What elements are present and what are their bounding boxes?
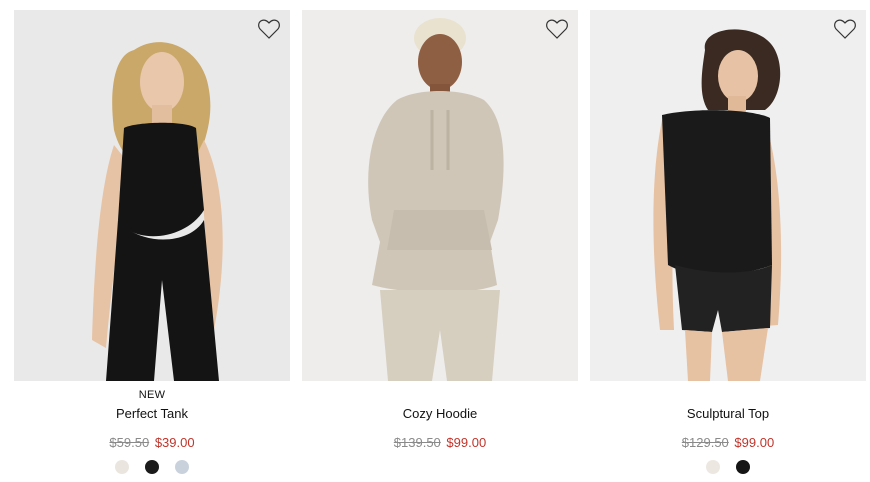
swatch-light-blue[interactable] <box>175 460 189 474</box>
swatch-ivory[interactable] <box>706 460 720 474</box>
product-image[interactable] <box>14 10 290 381</box>
swatch-black[interactable] <box>145 460 159 474</box>
product-card-sculptural-top[interactable]: Sculptural Top $129.50 $99.00 <box>590 10 866 476</box>
product-name[interactable]: Perfect Tank <box>14 406 290 422</box>
sale-price: $99.00 <box>734 435 775 450</box>
heart-icon[interactable] <box>833 18 857 40</box>
product-info: Cozy Hoodie $139.50 $99.00 <box>302 388 578 451</box>
badge-placeholder <box>590 388 866 402</box>
product-info: Sculptural Top $129.50 $99.00 <box>590 388 866 476</box>
badge-placeholder <box>302 388 578 402</box>
price: $59.50 $39.00 <box>14 435 290 451</box>
sale-price: $99.00 <box>446 435 487 450</box>
color-swatches <box>590 460 866 476</box>
heart-icon[interactable] <box>545 18 569 40</box>
product-name[interactable]: Sculptural Top <box>590 406 866 422</box>
product-card-perfect-tank[interactable]: NEW Perfect Tank $59.50 $39.00 <box>14 10 290 476</box>
original-price: $139.50 <box>393 435 441 450</box>
product-grid: NEW Perfect Tank $59.50 $39.00 Cozy Hood… <box>0 0 870 482</box>
product-info: NEW Perfect Tank $59.50 $39.00 <box>14 388 290 476</box>
product-image[interactable] <box>590 10 866 381</box>
original-price: $129.50 <box>681 435 729 450</box>
swatch-ivory[interactable] <box>115 460 129 474</box>
swatch-black[interactable] <box>736 460 750 474</box>
product-image[interactable] <box>302 10 578 381</box>
model-photo <box>302 10 578 381</box>
model-photo <box>590 10 866 381</box>
price: $129.50 $99.00 <box>590 435 866 451</box>
product-card-cozy-hoodie[interactable]: Cozy Hoodie $139.50 $99.00 <box>302 10 578 451</box>
product-name[interactable]: Cozy Hoodie <box>302 406 578 422</box>
model-photo <box>14 10 290 381</box>
color-swatches <box>14 460 290 476</box>
sale-price: $39.00 <box>154 435 195 450</box>
new-badge: NEW <box>138 389 166 401</box>
heart-icon[interactable] <box>257 18 281 40</box>
original-price: $59.50 <box>109 435 150 450</box>
price: $139.50 $99.00 <box>302 435 578 451</box>
